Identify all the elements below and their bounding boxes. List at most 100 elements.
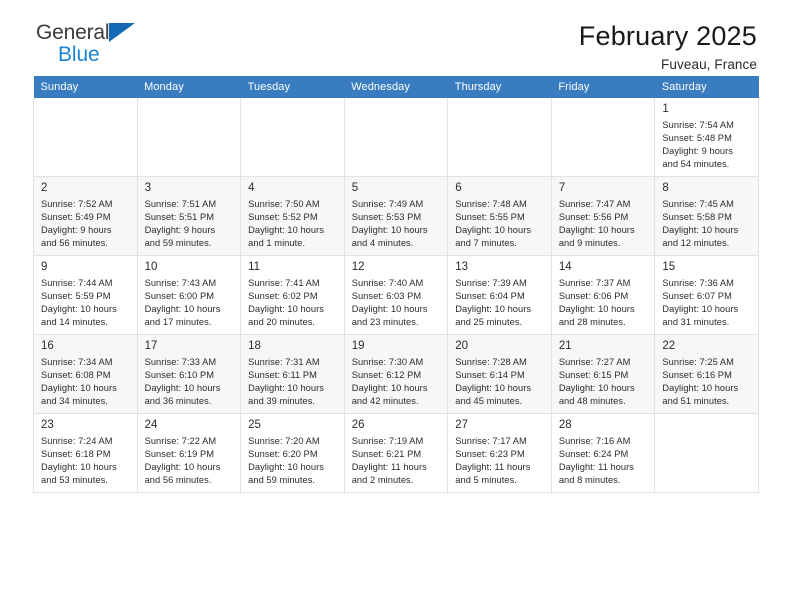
calendar-day-cell[interactable]: 10 Sunrise: 7:43 AM Sunset: 6:00 PM Dayligh… bbox=[136, 255, 242, 335]
calendar-header-row: Sunday Monday Tuesday Wednesday Thursday… bbox=[33, 76, 759, 98]
day-sun-info: Sunrise: 7:30 AM Sunset: 6:12 PM Daylight:… bbox=[352, 356, 442, 409]
day-cell-content: 23 Sunrise: 7:24 AM Sunset: 6:18 PM Dayligh… bbox=[34, 414, 137, 490]
calendar-day-cell[interactable]: 9 Sunrise: 7:44 AM Sunset: 5:59 PM Daylight… bbox=[33, 255, 138, 335]
day-sun-info: Sunrise: 7:20 AM Sunset: 6:20 PM Daylight:… bbox=[248, 435, 338, 488]
day-info-daylight-line2: and 53 minutes. bbox=[41, 475, 108, 486]
calendar-day-cell[interactable]: 6 Sunrise: 7:48 AM Sunset: 5:55 PM Daylight… bbox=[447, 176, 552, 256]
calendar-day-cell[interactable]: 18 Sunrise: 7:31 AM Sunset: 6:11 PM Dayligh… bbox=[240, 334, 345, 414]
day-info-sunrise: Sunrise: 7:31 AM bbox=[248, 356, 320, 367]
day-info-sunset: Sunset: 6:08 PM bbox=[41, 369, 111, 380]
day-sun-info: Sunrise: 7:27 AM Sunset: 6:15 PM Daylight:… bbox=[559, 356, 649, 409]
calendar-day-cell[interactable]: 13 Sunrise: 7:39 AM Sunset: 6:04 PM Dayligh… bbox=[447, 255, 552, 335]
calendar-table: Sunday Monday Tuesday Wednesday Thursday… bbox=[33, 76, 759, 493]
day-info-daylight-line2: and 42 minutes. bbox=[351, 396, 419, 407]
day-info-sunrise: Sunrise: 7:51 AM bbox=[144, 198, 217, 209]
day-cell-content: 10 Sunrise: 7:43 AM Sunset: 6:00 PM Dayligh… bbox=[138, 256, 241, 332]
day-sun-info: Sunrise: 7:54 AM Sunset: 5:48 PM Daylight:… bbox=[662, 119, 752, 172]
day-info-sunset: Sunset: 6:12 PM bbox=[351, 369, 422, 380]
calendar-day-cell-empty bbox=[550, 98, 656, 177]
weekday-header-thursday: Thursday bbox=[447, 76, 552, 98]
day-info-sunset: Sunset: 6:19 PM bbox=[144, 448, 215, 459]
calendar-week-row: 2 Sunrise: 7:52 AM Sunset: 5:49 PM Daylight… bbox=[33, 176, 759, 256]
day-info-sunrise: Sunrise: 7:25 AM bbox=[662, 356, 734, 367]
day-number: 16 bbox=[41, 340, 54, 352]
calendar-day-cell[interactable]: 22 Sunrise: 7:25 AM Sunset: 6:16 PM Dayligh… bbox=[654, 334, 759, 414]
day-info-sunrise: Sunrise: 7:28 AM bbox=[455, 356, 527, 367]
day-info-sunset: Sunset: 6:23 PM bbox=[455, 448, 525, 459]
calendar-day-cell[interactable]: 4 Sunrise: 7:50 AM Sunset: 5:52 PM Daylight… bbox=[240, 176, 345, 256]
calendar-day-cell[interactable]: 3 Sunrise: 7:51 AM Sunset: 5:51 PM Daylight… bbox=[136, 176, 242, 256]
calendar-day-cell[interactable]: 23 Sunrise: 7:24 AM Sunset: 6:18 PM Dayligh… bbox=[33, 413, 138, 493]
day-info-daylight-line2: and 59 minutes. bbox=[144, 238, 212, 249]
day-info-sunset: Sunset: 6:03 PM bbox=[351, 290, 422, 301]
day-info-daylight-line2: and 2 minutes. bbox=[351, 475, 414, 486]
day-cell-content: 7 Sunrise: 7:47 AM Sunset: 5:56 PM Daylight… bbox=[552, 177, 655, 253]
day-info-daylight-line2: and 34 minutes. bbox=[41, 396, 108, 407]
page-title: February 2025 bbox=[578, 21, 757, 51]
day-info-daylight-line2: and 39 minutes. bbox=[248, 396, 316, 407]
calendar-day-cell[interactable]: 24 Sunrise: 7:22 AM Sunset: 6:19 PM Dayligh… bbox=[136, 413, 242, 493]
calendar-day-cell[interactable]: 27 Sunrise: 7:17 AM Sunset: 6:23 PM Dayligh… bbox=[447, 413, 552, 493]
day-info-daylight-line2: and 48 minutes. bbox=[558, 396, 626, 407]
calendar-day-cell[interactable]: 26 Sunrise: 7:19 AM Sunset: 6:21 PM Dayligh… bbox=[343, 413, 449, 493]
day-number: 6 bbox=[455, 182, 462, 194]
day-info-sunrise: Sunrise: 7:47 AM bbox=[558, 198, 631, 209]
calendar-day-cell-empty bbox=[240, 98, 345, 177]
calendar-day-cell[interactable]: 25 Sunrise: 7:20 AM Sunset: 6:20 PM Dayligh… bbox=[240, 413, 345, 493]
brand-name-general: General bbox=[36, 21, 110, 44]
brand-name-blue: Blue bbox=[58, 43, 100, 66]
calendar-day-cell[interactable]: 7 Sunrise: 7:47 AM Sunset: 5:56 PM Daylight… bbox=[550, 176, 656, 256]
day-sun-info: Sunrise: 7:37 AM Sunset: 6:06 PM Daylight:… bbox=[559, 277, 649, 330]
day-number: 4 bbox=[248, 182, 255, 194]
day-number: 13 bbox=[455, 261, 469, 273]
calendar-day-cell[interactable]: 8 Sunrise: 7:45 AM Sunset: 5:58 PM Daylight… bbox=[654, 176, 759, 256]
day-number: 24 bbox=[144, 419, 158, 431]
day-number: 27 bbox=[455, 419, 469, 431]
day-number: 1 bbox=[662, 103, 669, 115]
day-info-sunset: Sunset: 6:10 PM bbox=[144, 369, 215, 380]
day-info-daylight-line1: Daylight: 10 hours bbox=[662, 303, 739, 314]
day-sun-info: Sunrise: 7:51 AM Sunset: 5:51 PM Daylight:… bbox=[145, 198, 235, 251]
calendar-day-cell[interactable]: 15 Sunrise: 7:36 AM Sunset: 6:07 PM Dayligh… bbox=[654, 255, 759, 335]
day-sun-info: Sunrise: 7:24 AM Sunset: 6:18 PM Daylight:… bbox=[41, 435, 131, 488]
weekday-header-wednesday: Wednesday bbox=[344, 76, 448, 98]
day-info-sunrise: Sunrise: 7:45 AM bbox=[662, 198, 734, 209]
calendar-day-cell[interactable]: 28 Sunrise: 7:16 AM Sunset: 6:24 PM Dayligh… bbox=[550, 413, 656, 493]
calendar-day-cell[interactable]: 5 Sunrise: 7:49 AM Sunset: 5:53 PM Daylight… bbox=[343, 176, 449, 256]
triangle-logo-icon bbox=[109, 23, 136, 42]
day-number: 7 bbox=[558, 182, 566, 194]
day-info-sunset: Sunset: 5:59 PM bbox=[41, 290, 111, 301]
day-info-sunrise: Sunrise: 7:33 AM bbox=[144, 356, 217, 367]
calendar-day-cell[interactable]: 20 Sunrise: 7:28 AM Sunset: 6:14 PM Dayligh… bbox=[447, 334, 552, 414]
day-info-sunrise: Sunrise: 7:41 AM bbox=[248, 277, 320, 288]
calendar-day-cell-empty bbox=[654, 413, 759, 493]
calendar-day-cell[interactable]: 21 Sunrise: 7:27 AM Sunset: 6:15 PM Dayligh… bbox=[550, 334, 656, 414]
calendar-day-cell[interactable]: 1 Sunrise: 7:54 AM Sunset: 5:48 PM Daylight… bbox=[654, 98, 759, 177]
day-number: 2 bbox=[41, 182, 48, 194]
calendar-week-row: 16 Sunrise: 7:34 AM Sunset: 6:08 PM Dayligh… bbox=[33, 334, 759, 414]
day-info-sunset: Sunset: 5:56 PM bbox=[558, 211, 629, 222]
day-number: 18 bbox=[248, 340, 261, 352]
day-info-daylight-line1: Daylight: 10 hours bbox=[455, 303, 532, 314]
calendar-day-cell[interactable]: 14 Sunrise: 7:37 AM Sunset: 6:06 PM Dayligh… bbox=[550, 255, 656, 335]
day-sun-info: Sunrise: 7:43 AM Sunset: 6:00 PM Daylight:… bbox=[145, 277, 235, 330]
day-info-sunset: Sunset: 6:04 PM bbox=[455, 290, 525, 301]
day-info-sunrise: Sunrise: 7:54 AM bbox=[662, 119, 734, 130]
day-info-daylight-line1: Daylight: 11 hours bbox=[455, 461, 531, 472]
calendar-day-cell[interactable]: 2 Sunrise: 7:52 AM Sunset: 5:49 PM Daylight… bbox=[33, 176, 138, 256]
day-info-sunrise: Sunrise: 7:52 AM bbox=[41, 198, 113, 209]
calendar-day-cell[interactable]: 12 Sunrise: 7:40 AM Sunset: 6:03 PM Dayligh… bbox=[343, 255, 449, 335]
day-info-daylight-line2: and 5 minutes. bbox=[455, 475, 517, 486]
day-info-daylight-line1: Daylight: 9 hours bbox=[144, 224, 216, 235]
brand-logo[interactable]: General Blue bbox=[33, 21, 136, 66]
day-info-sunrise: Sunrise: 7:49 AM bbox=[351, 198, 424, 209]
calendar-day-cell[interactable]: 17 Sunrise: 7:33 AM Sunset: 6:10 PM Dayligh… bbox=[136, 334, 242, 414]
day-sun-info: Sunrise: 7:48 AM Sunset: 5:55 PM Daylight:… bbox=[455, 198, 545, 251]
calendar-day-cell[interactable]: 16 Sunrise: 7:34 AM Sunset: 6:08 PM Dayligh… bbox=[33, 334, 138, 414]
calendar-day-cell[interactable]: 11 Sunrise: 7:41 AM Sunset: 6:02 PM Dayligh… bbox=[240, 255, 345, 335]
day-cell-content: 21 Sunrise: 7:27 AM Sunset: 6:15 PM Dayligh… bbox=[552, 335, 655, 411]
day-info-sunset: Sunset: 6:24 PM bbox=[558, 448, 629, 459]
calendar-day-cell[interactable]: 19 Sunrise: 7:30 AM Sunset: 6:12 PM Dayligh… bbox=[343, 334, 449, 414]
day-cell-content: 3 Sunrise: 7:51 AM Sunset: 5:51 PM Daylight… bbox=[138, 177, 241, 253]
day-cell-content: 5 Sunrise: 7:49 AM Sunset: 5:53 PM Daylight… bbox=[345, 177, 448, 253]
